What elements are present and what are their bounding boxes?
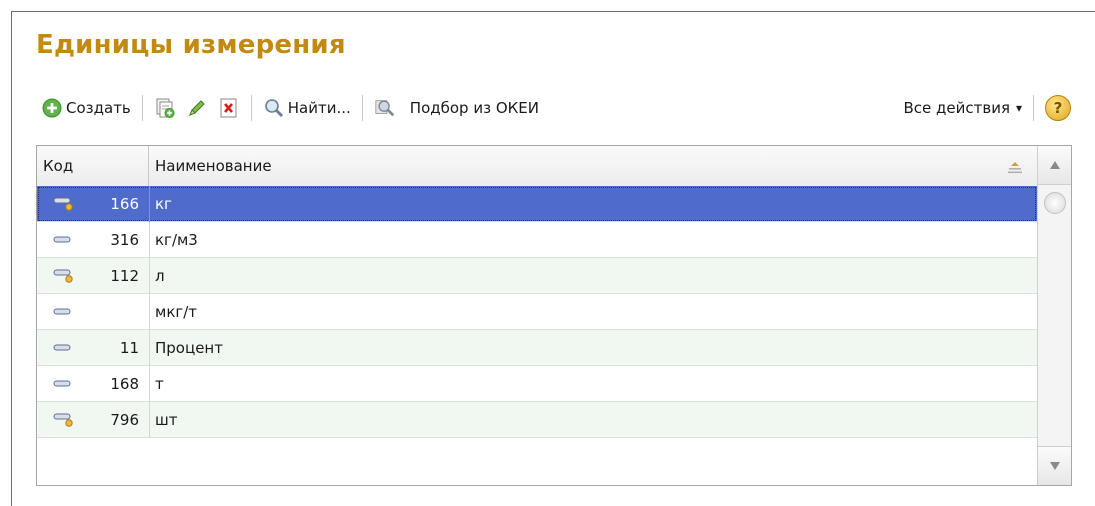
table-row[interactable]: 11 Процент xyxy=(37,330,1037,366)
table-row[interactable]: 796 шт xyxy=(37,402,1037,438)
table-header: Код Наименование xyxy=(37,146,1037,187)
magnifier-icon xyxy=(263,97,285,119)
scroll-down-button[interactable] xyxy=(1038,446,1071,485)
unit-icon xyxy=(51,338,75,358)
toolbar-separator xyxy=(361,95,363,121)
cell-name: т xyxy=(155,375,164,393)
cell-code: 316 xyxy=(110,231,139,249)
cell-code: 11 xyxy=(119,339,139,357)
unit-icon xyxy=(51,374,75,394)
scroll-thumb[interactable] xyxy=(1044,192,1066,214)
table-body: 166 кг 316 кг/м3 112 л мкг/т 11 Процент … xyxy=(37,186,1037,438)
search-catalog-icon xyxy=(374,97,396,119)
okei-selection-button[interactable]: Подбор из ОКЕИ xyxy=(369,92,544,124)
column-header-name[interactable]: Наименование xyxy=(149,146,1037,186)
page-title: Единицы измерения xyxy=(36,30,346,60)
cell-name: Процент xyxy=(155,339,223,357)
help-button[interactable]: ? xyxy=(1040,92,1076,124)
create-button[interactable]: Создать xyxy=(36,92,136,124)
unit-marked-icon xyxy=(51,266,75,286)
arrow-down-icon xyxy=(1049,462,1060,470)
help-icon: ? xyxy=(1045,95,1071,121)
toolbar-separator xyxy=(250,95,252,121)
cell-name: л xyxy=(155,267,165,285)
delete-button[interactable] xyxy=(213,92,245,124)
vertical-scrollbar[interactable] xyxy=(1037,146,1071,485)
cell-name: кг xyxy=(155,195,172,213)
sort-ascending-icon xyxy=(1007,160,1023,178)
toolbar-separator xyxy=(141,95,143,121)
cell-code: 168 xyxy=(110,375,139,393)
table-row[interactable]: 166 кг xyxy=(37,186,1037,222)
unit-marked-icon xyxy=(51,410,75,430)
units-table: Код Наименование 166 кг 316 кг/м3 112 л … xyxy=(36,145,1072,486)
unit-marked-icon xyxy=(51,194,75,214)
unit-icon xyxy=(51,230,75,250)
find-button[interactable]: Найти... xyxy=(258,92,356,124)
all-actions-menu[interactable]: Все действия ▾ xyxy=(898,92,1027,124)
arrow-up-icon xyxy=(1049,161,1060,169)
unit-icon xyxy=(51,302,75,322)
all-actions-label: Все действия xyxy=(903,99,1010,117)
cell-code xyxy=(77,294,139,330)
toolbar: Создать Найти... Подбор из ОКЕИ Все дейс… xyxy=(36,88,1076,128)
column-header-code[interactable]: Код xyxy=(37,146,149,186)
table-row[interactable]: 168 т xyxy=(37,366,1037,402)
delete-x-icon xyxy=(218,97,240,119)
table-row[interactable]: мкг/т xyxy=(37,294,1037,330)
cell-name: шт xyxy=(155,411,178,429)
toolbar-separator xyxy=(1033,95,1034,121)
okei-selection-label: Подбор из ОКЕИ xyxy=(409,99,539,117)
table-row[interactable]: 112 л xyxy=(37,258,1037,294)
cell-code: 796 xyxy=(110,411,139,429)
cell-code: 112 xyxy=(110,267,139,285)
column-header-code-label: Код xyxy=(43,157,74,175)
cell-code: 166 xyxy=(110,195,139,213)
table-row[interactable]: 316 кг/м3 xyxy=(37,222,1037,258)
cell-name: кг/м3 xyxy=(155,231,198,249)
pencil-icon xyxy=(186,97,208,119)
column-header-name-label: Наименование xyxy=(155,157,272,175)
copy-button[interactable] xyxy=(149,92,181,124)
plus-circle-icon xyxy=(41,97,63,119)
scroll-up-button[interactable] xyxy=(1038,146,1071,185)
dropdown-arrow-icon: ▾ xyxy=(1015,101,1022,115)
create-button-label: Создать xyxy=(66,99,131,117)
copy-document-icon xyxy=(154,97,176,119)
cell-name: мкг/т xyxy=(155,303,198,321)
find-button-label: Найти... xyxy=(287,99,351,117)
edit-button[interactable] xyxy=(181,92,213,124)
